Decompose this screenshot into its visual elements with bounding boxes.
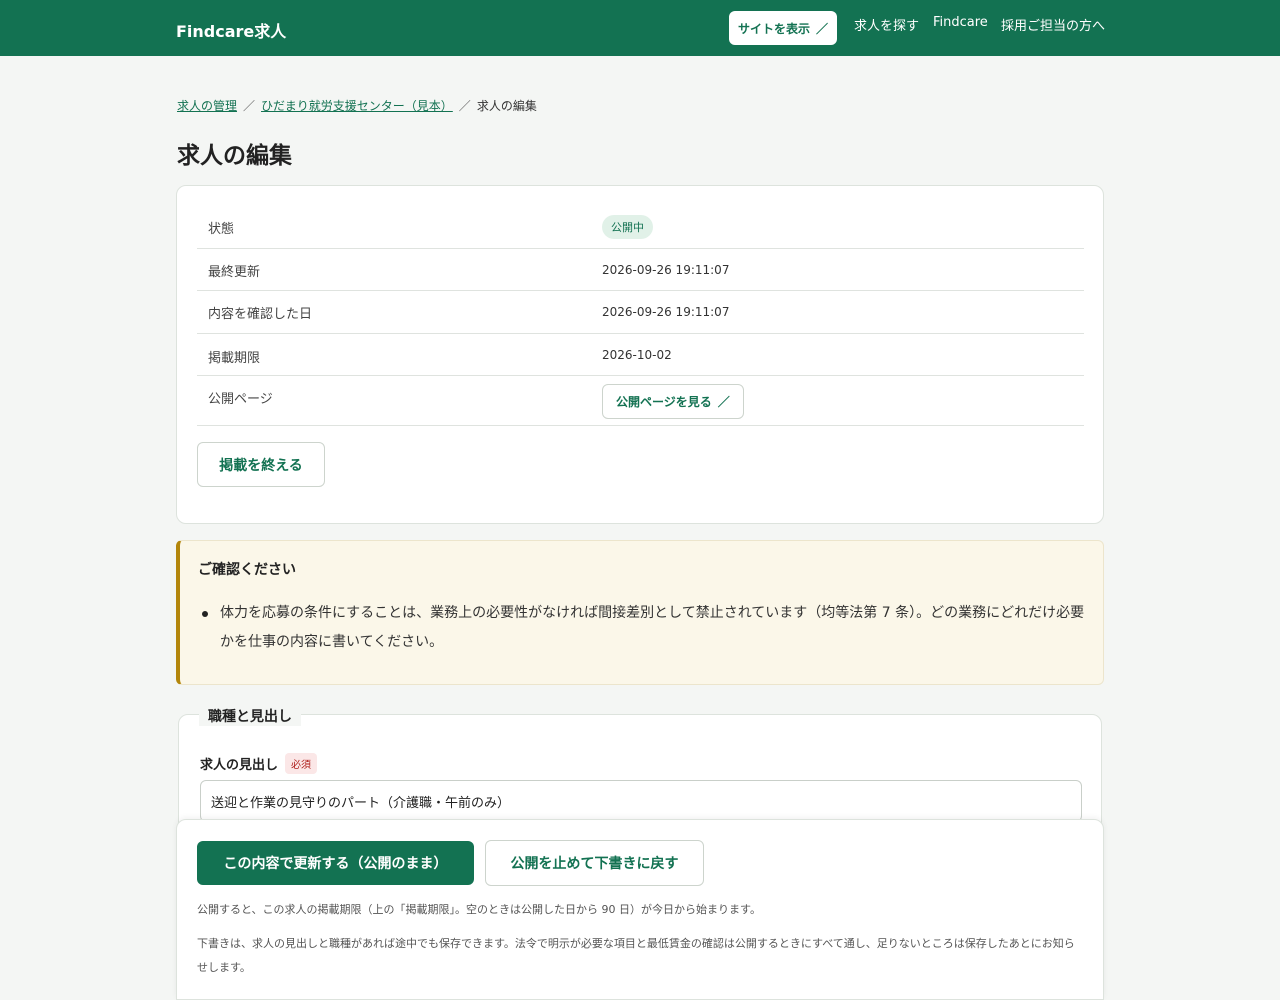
action-footer: この内容で更新する（公開のまま） 公開を止めて下書きに戻す 公開すると、この求人… [176, 819, 1104, 1000]
external-link-icon: ／ [717, 395, 730, 409]
breadcrumb-job-management[interactable]: 求人の管理 [177, 97, 237, 114]
draft-note: 下書きは、求人の見出しと職種があれば途中でも保存できます。法令で明示が必要な項目… [197, 937, 1075, 974]
confirmed-date-row: 内容を確認した日 2026-09-26 19:11:07 [197, 291, 1084, 334]
public-page-row: 公開ページ 公開ページを見る ／ [197, 376, 1084, 426]
public-page-label: 公開ページ [208, 392, 273, 407]
nav-link-findcare[interactable]: Findcare [933, 15, 988, 30]
last-updated-label: 最終更新 [208, 265, 261, 280]
end-listing-button[interactable]: 掲載を終える [197, 442, 325, 487]
breadcrumb-facility[interactable]: ひだまり就労支援センター（見本） [261, 97, 453, 114]
update-keep-public-button[interactable]: この内容で更新する（公開のまま） [197, 841, 474, 885]
job-status-card: 状態 公開中 最終更新 2026-09-26 19:11:07 内容を確認した日… [176, 185, 1104, 524]
job-headline-label: 求人の見出し 必須 [200, 753, 318, 774]
section-legend: 職種と見出し [199, 706, 301, 726]
job-headline-label-text: 求人の見出し [200, 758, 279, 773]
top-navigation-bar: Findcare求人 サイトを表示 ／ 求人を探す Findcare 採用ご担当… [0, 0, 1280, 56]
view-site-button[interactable]: サイトを表示 ／ [729, 11, 837, 45]
breadcrumb-separator: ／ [243, 99, 256, 113]
external-link-icon: ／ [816, 21, 829, 36]
notice-title: ご確認ください [198, 562, 296, 578]
view-public-page-label: 公開ページを見る [616, 395, 712, 409]
publish-note: 公開すると、この求人の掲載期限（上の「掲載期限」。空のときは公開した日から 90… [197, 903, 761, 916]
required-badge: 必須 [285, 753, 318, 774]
status-label: 状態 [208, 222, 235, 237]
page-title: 求人の編集 [177, 143, 292, 169]
nav-link-employers[interactable]: 採用ご担当の方へ [1001, 15, 1105, 34]
breadcrumb-separator: ／ [458, 99, 471, 113]
last-updated-row: 最終更新 2026-09-26 19:11:07 [197, 249, 1084, 291]
expiry-row: 掲載期限 2026-10-02 [197, 334, 1084, 376]
breadcrumb: 求人の管理 ／ ひだまり就労支援センター（見本） ／ 求人の編集 [177, 97, 537, 114]
view-site-label: サイトを表示 [737, 21, 810, 36]
nav-link-search-jobs[interactable]: 求人を探す [854, 15, 919, 34]
notice-box: ご確認ください 体力を応募の条件にすることは、業務上の必要性がなければ間接差別と… [176, 540, 1104, 685]
job-headline-input[interactable] [200, 780, 1082, 822]
notice-item: 体力を応募の条件にすることは、業務上の必要性がなければ間接差別として禁止されてい… [202, 599, 1090, 657]
job-status-table: 状態 公開中 最終更新 2026-09-26 19:11:07 内容を確認した日… [197, 206, 1084, 426]
status-badge: 公開中 [602, 215, 653, 239]
expiry-label: 掲載期限 [208, 351, 261, 366]
last-updated-value: 2026-09-26 19:11:07 [602, 263, 730, 277]
status-row: 状態 公開中 [197, 206, 1084, 249]
expiry-value: 2026-10-02 [602, 348, 672, 362]
unpublish-to-draft-button[interactable]: 公開を止めて下書きに戻す [485, 840, 704, 886]
brand-logo[interactable]: Findcare求人 [176, 18, 286, 42]
confirmed-date-label: 内容を確認した日 [208, 307, 313, 322]
view-public-page-button[interactable]: 公開ページを見る ／ [602, 384, 744, 419]
confirmed-date-value: 2026-09-26 19:11:07 [602, 305, 730, 319]
breadcrumb-current: 求人の編集 [476, 99, 537, 113]
